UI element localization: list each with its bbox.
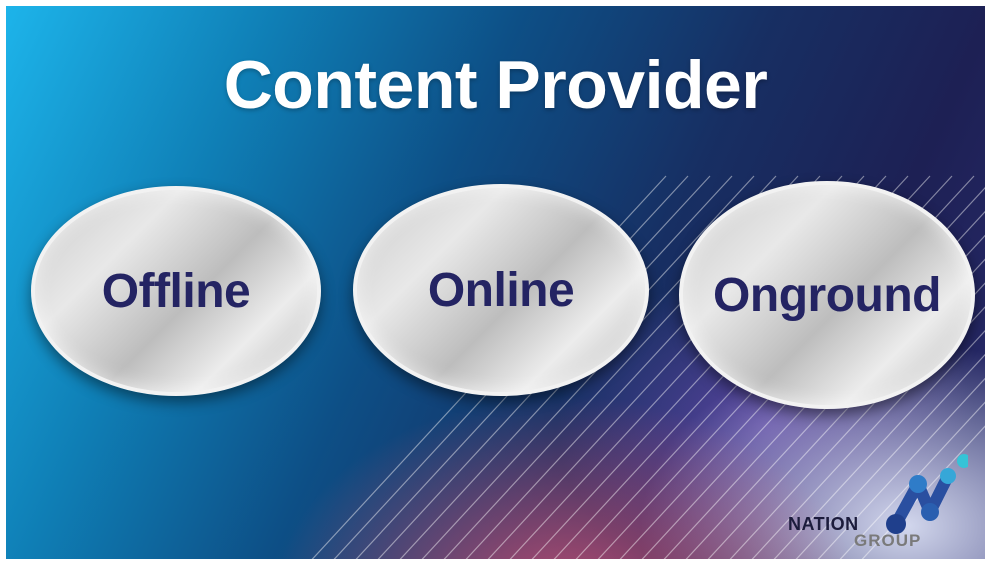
onground-label: Onground — [713, 268, 941, 322]
offline-label: Offline — [101, 264, 251, 318]
slide-title: Content Provider — [223, 47, 768, 123]
logo-text-nation: NATION — [788, 514, 859, 534]
nation-group-logo: NATION GROUP — [784, 454, 974, 554]
online-oval: Online — [353, 184, 649, 396]
online-label: Online — [427, 263, 575, 317]
onground-oval: Onground — [679, 181, 975, 409]
logo-text-group: GROUP — [854, 531, 922, 550]
offline-oval: Offline — [31, 186, 321, 396]
slide: Content Provider Offline Online Onground… — [6, 6, 985, 559]
